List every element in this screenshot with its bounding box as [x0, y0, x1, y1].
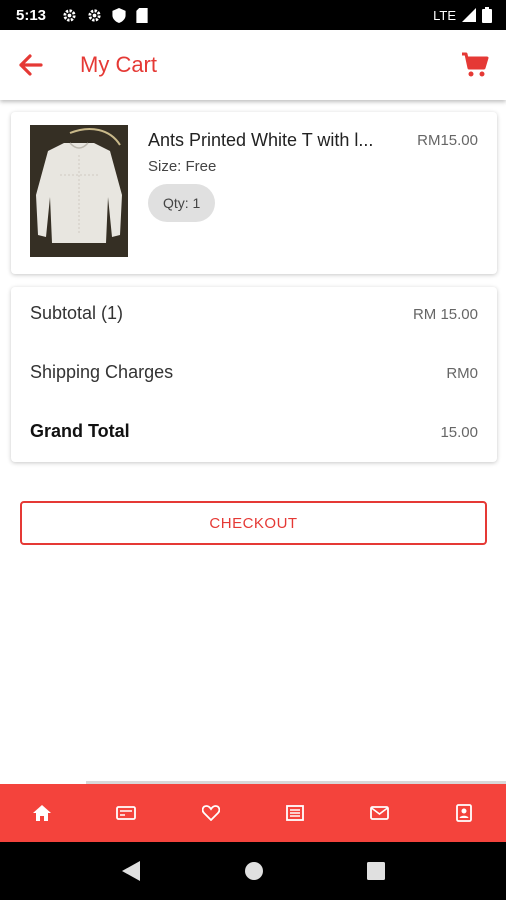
product-size: Size: Free: [148, 158, 217, 175]
back-triangle-icon[interactable]: [121, 860, 141, 882]
subtotal-label: Subtotal (1): [30, 303, 124, 323]
home-icon: [33, 805, 52, 821]
system-nav-bar: [0, 842, 506, 900]
gear-icon: [88, 8, 101, 22]
nav-home[interactable]: [0, 784, 84, 842]
list-icon: [286, 805, 305, 821]
shopping-cart-icon: [462, 52, 489, 77]
arrow-left-icon: [19, 54, 43, 76]
status-time: 5:13: [16, 6, 47, 24]
order-summary-card: Subtotal (1) RM 15.00 Shipping Charges R…: [11, 287, 497, 462]
contact-icon: [455, 804, 472, 822]
subtotal-row: Subtotal (1) RM 15.00: [30, 303, 478, 324]
nav-messages[interactable]: [337, 784, 421, 842]
page-title: My Cart: [80, 52, 157, 77]
cart-button[interactable]: [444, 30, 506, 100]
app-bar: My Cart: [0, 30, 506, 100]
checkout-button[interactable]: CHECKOUT: [20, 501, 487, 545]
shield-icon: [112, 7, 126, 23]
home-circle-icon[interactable]: [244, 861, 264, 881]
product-name[interactable]: Ants Printed White T with l...: [148, 130, 400, 151]
shipping-row: Shipping Charges RM0: [30, 362, 478, 383]
status-bar: 5:13 LTE: [0, 0, 506, 30]
wallet-icon: [116, 806, 137, 820]
nav-wallet[interactable]: [84, 784, 168, 842]
nav-favorites[interactable]: [169, 784, 253, 842]
bottom-nav: [0, 784, 506, 842]
quantity-chip[interactable]: Qty: 1: [148, 184, 216, 222]
grand-total-label: Grand Total: [30, 421, 130, 441]
grand-total-value: 15.00: [440, 424, 478, 441]
recents-square-icon[interactable]: [366, 862, 385, 880]
mail-icon: [370, 806, 389, 820]
sim-card-icon: [136, 7, 148, 23]
back-button[interactable]: [0, 30, 62, 100]
nav-profile[interactable]: [422, 784, 506, 842]
product-image: [30, 125, 128, 257]
cart-item-card[interactable]: Ants Printed White T with l... RM15.00 S…: [11, 112, 497, 274]
shipping-value: RM0: [446, 365, 478, 382]
heart-icon: [201, 805, 220, 821]
nav-orders[interactable]: [253, 784, 337, 842]
product-price: RM15.00: [417, 132, 478, 149]
signal-icon: [462, 8, 476, 22]
subtotal-value: RM 15.00: [412, 306, 478, 323]
gear-icon: [63, 8, 76, 22]
grand-total-row: Grand Total 15.00: [30, 421, 478, 442]
network-label: LTE: [433, 7, 456, 23]
shipping-label: Shipping Charges: [30, 362, 174, 382]
battery-icon: [482, 7, 492, 23]
